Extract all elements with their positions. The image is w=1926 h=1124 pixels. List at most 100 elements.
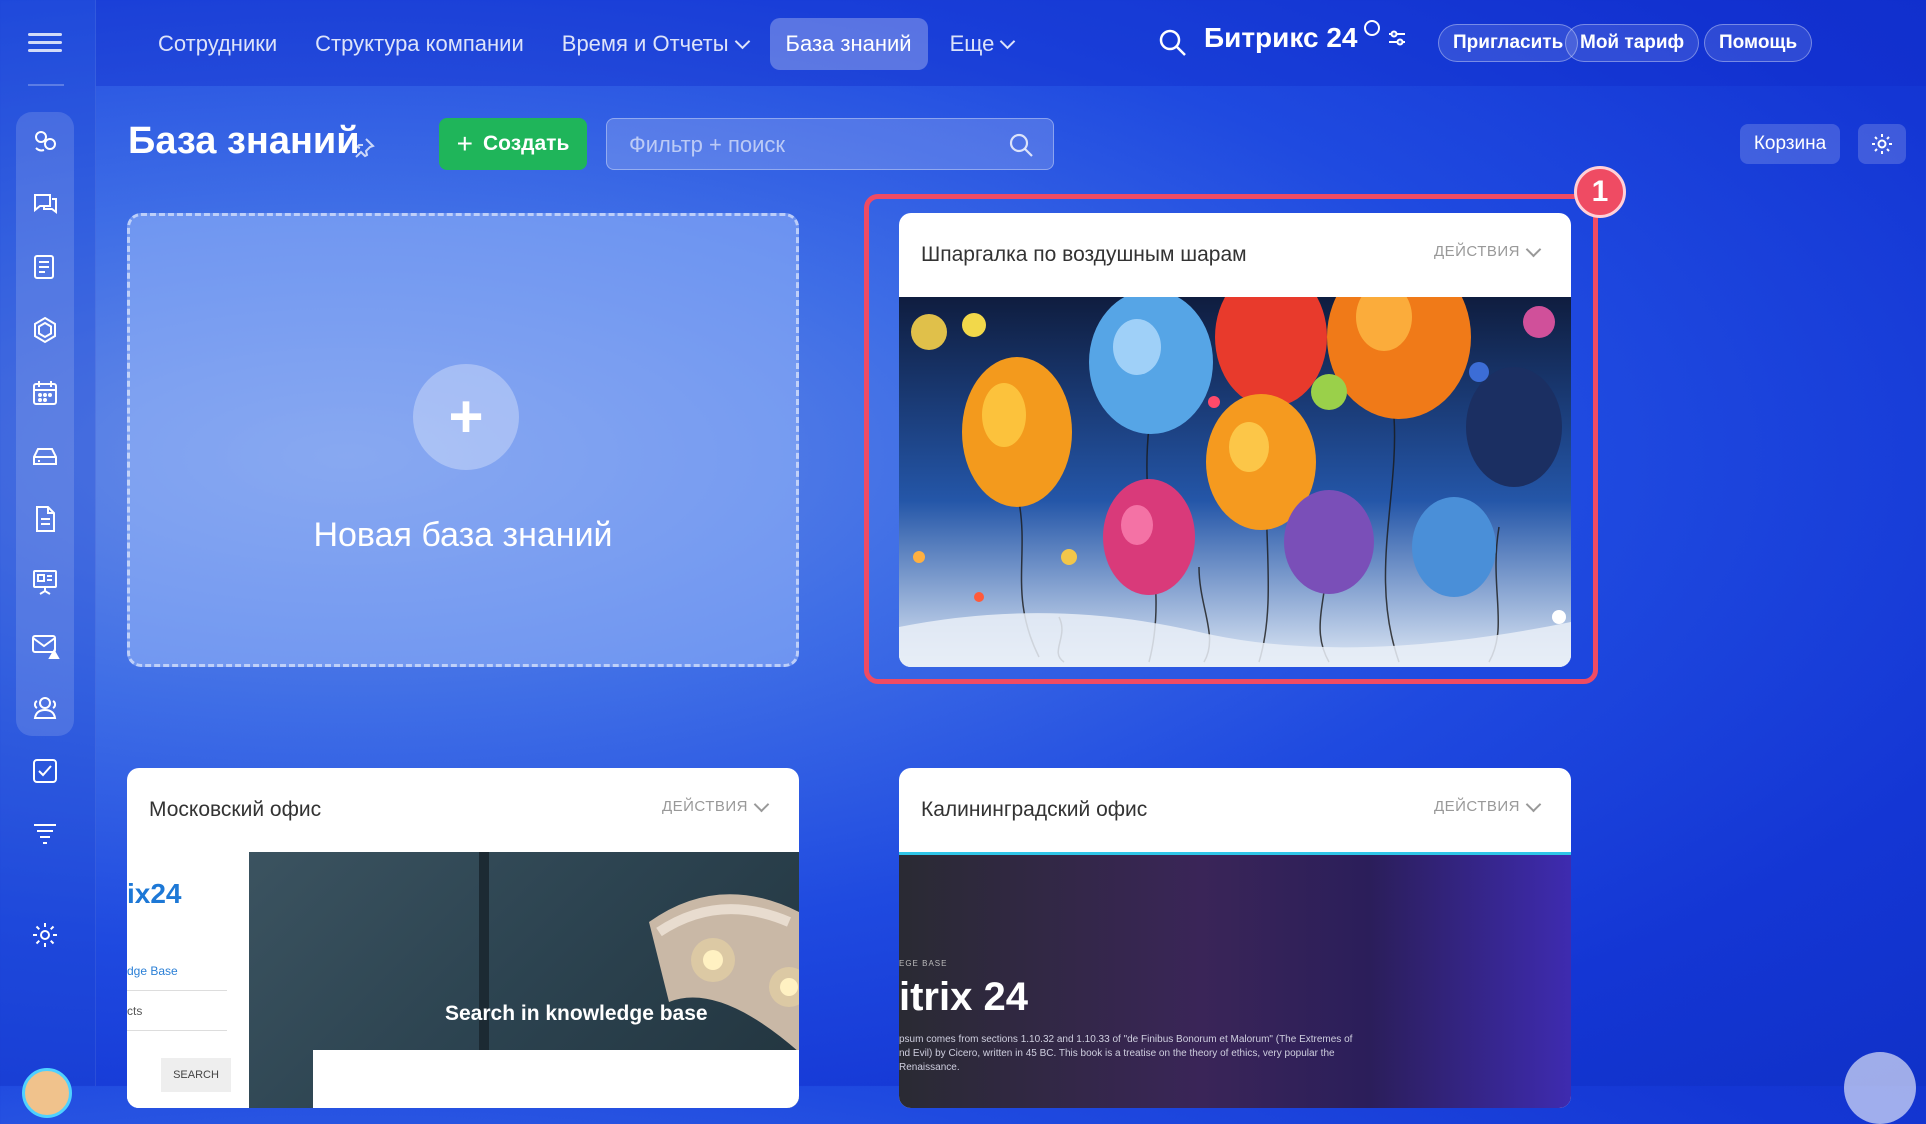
preview-eyebrow: EGE BASE bbox=[899, 959, 948, 968]
nav-item-label: База знаний bbox=[785, 31, 912, 56]
preview-logo: ix24 bbox=[127, 878, 182, 909]
card-actions-dropdown[interactable]: ДЕЙСТВИЯ bbox=[661, 796, 770, 815]
preview-hero-title: Search in knowledge base bbox=[445, 1002, 708, 1025]
chevron-down-icon bbox=[753, 796, 770, 812]
chevron-down-icon bbox=[734, 33, 750, 49]
invite-button[interactable]: Пригласить bbox=[1438, 24, 1579, 62]
preview-link: dge Base bbox=[127, 964, 178, 978]
chat-widget-button[interactable] bbox=[1844, 1052, 1916, 1124]
nav-item-employees[interactable]: Сотрудники bbox=[142, 18, 293, 70]
nav-item-more[interactable]: Еще bbox=[934, 18, 1030, 70]
nav-item-label: Еще bbox=[949, 31, 995, 56]
brand-logo[interactable]: Битрикс 24 bbox=[1204, 20, 1408, 54]
clock-icon bbox=[1363, 20, 1380, 36]
sidebar-item-team[interactable] bbox=[22, 685, 68, 731]
funnel-icon bbox=[34, 824, 56, 844]
sidebar-divider bbox=[28, 84, 64, 86]
nav-item-knowledge-base[interactable]: База знаний bbox=[769, 18, 928, 70]
sidebar-item-tasks[interactable] bbox=[22, 748, 68, 794]
drive-icon bbox=[33, 448, 57, 465]
hexagon-icon bbox=[34, 316, 56, 344]
new-knowledge-base-label: Новая база знаний bbox=[313, 516, 613, 554]
filter-search-input[interactable] bbox=[627, 119, 991, 171]
card-cover-image[interactable]: ix24 dge Base cts SEARCH Search in knowl… bbox=[127, 852, 799, 1108]
left-sidebar bbox=[0, 0, 96, 1118]
chevron-down-icon bbox=[1525, 796, 1542, 812]
sidebar-item-filter[interactable] bbox=[22, 811, 68, 857]
preview-sidebar: ix24 dge Base cts SEARCH bbox=[127, 852, 249, 1108]
create-button[interactable]: + Создать bbox=[439, 118, 587, 170]
actions-label: ДЕЙСТВИЯ bbox=[661, 798, 748, 815]
preview-text: cts bbox=[127, 1004, 143, 1018]
document-icon bbox=[36, 506, 55, 532]
pin-icon[interactable] bbox=[352, 136, 376, 160]
card-title[interactable]: Калининградский офис bbox=[921, 798, 1147, 822]
preview-search-bar bbox=[313, 1050, 799, 1108]
top-navigation: Сотрудники Структура компании Время и От… bbox=[142, 18, 1029, 70]
search-icon[interactable] bbox=[1156, 26, 1190, 60]
nav-item-company-structure[interactable]: Структура компании bbox=[299, 18, 540, 70]
button-label: Создать bbox=[483, 132, 570, 155]
presentation-icon bbox=[33, 570, 57, 595]
button-label: Помощь bbox=[1719, 32, 1798, 53]
knowledge-base-card-moscow[interactable]: Московский офис ДЕЙСТВИЯ ix24 dge Base c… bbox=[127, 768, 799, 1108]
trash-button[interactable]: Корзина bbox=[1740, 124, 1840, 164]
chat-icon bbox=[34, 194, 57, 214]
nav-item-time-reports[interactable]: Время и Отчеты bbox=[546, 18, 764, 70]
preview-search-button: SEARCH bbox=[161, 1058, 231, 1092]
button-label: Корзина bbox=[1753, 133, 1827, 154]
sidebar-item-chats[interactable] bbox=[22, 181, 68, 227]
card-actions-dropdown[interactable]: ДЕЙСТВИЯ bbox=[1433, 796, 1542, 815]
card-title[interactable]: Московский офис bbox=[149, 798, 321, 822]
plus-icon: + bbox=[448, 383, 484, 450]
tariff-button[interactable]: Мой тариф bbox=[1565, 24, 1700, 62]
button-label: Пригласить bbox=[1453, 32, 1564, 53]
brand-name: Битрикс 24 bbox=[1204, 22, 1358, 53]
sidebar-item-docs[interactable] bbox=[22, 496, 68, 542]
search-icon[interactable] bbox=[1007, 131, 1035, 159]
calendar-icon bbox=[33, 381, 57, 405]
card-header: Московский офис ДЕЙСТВИЯ bbox=[127, 768, 799, 852]
page-title: База знаний bbox=[128, 120, 360, 162]
add-circle: + bbox=[413, 364, 519, 470]
users-icon bbox=[33, 697, 57, 719]
actions-label: ДЕЙСТВИЯ bbox=[1433, 798, 1520, 815]
preview-hero-image: Search in knowledge base bbox=[249, 852, 799, 1108]
top-bar: Сотрудники Структура компании Время и От… bbox=[96, 0, 1926, 86]
mail-icon bbox=[32, 635, 60, 659]
nav-item-label: Структура компании bbox=[315, 31, 524, 56]
sidebar-item-hex[interactable] bbox=[22, 307, 68, 353]
nav-item-label: Сотрудники bbox=[158, 31, 278, 56]
highlight-frame bbox=[864, 194, 1598, 684]
button-label: Мой тариф bbox=[1580, 32, 1685, 53]
preview-title: itrix 24 bbox=[899, 975, 1028, 1019]
divider bbox=[127, 1030, 227, 1031]
chevron-down-icon bbox=[1000, 33, 1016, 49]
sidebar-item-calendar[interactable] bbox=[22, 370, 68, 416]
gear-icon bbox=[1872, 134, 1892, 154]
card-header: Калининградский офис ДЕЙСТВИЯ bbox=[899, 768, 1571, 852]
sidebar-item-mail[interactable] bbox=[22, 622, 68, 668]
sidebar-item-settings[interactable] bbox=[22, 912, 68, 958]
gear-icon bbox=[33, 923, 57, 947]
avatar[interactable] bbox=[22, 1068, 72, 1118]
nav-item-label: Время и Отчеты bbox=[561, 31, 729, 56]
help-button[interactable]: Помощь bbox=[1704, 24, 1813, 62]
new-knowledge-base-card[interactable]: + Новая база знаний bbox=[127, 213, 799, 667]
filter-search bbox=[606, 118, 1054, 171]
divider bbox=[127, 990, 227, 991]
menu-icon[interactable] bbox=[28, 28, 62, 56]
knowledge-base-card-kaliningrad[interactable]: Калининградский офис ДЕЙСТВИЯ EGE BASE i… bbox=[899, 768, 1571, 1108]
settings-button[interactable] bbox=[1858, 124, 1906, 164]
step-badge: 1 bbox=[1574, 166, 1626, 218]
checkbox-icon bbox=[33, 759, 57, 783]
sidebar-item-board[interactable] bbox=[22, 559, 68, 605]
card-cover-image[interactable]: EGE BASE itrix 24 psum comes from sectio… bbox=[899, 852, 1571, 1108]
sliders-icon[interactable] bbox=[1386, 27, 1408, 49]
sidebar-item-news[interactable] bbox=[22, 244, 68, 290]
preview-paragraph: psum comes from sections 1.10.32 and 1.1… bbox=[899, 1034, 1353, 1073]
sidebar-item-drive[interactable] bbox=[22, 433, 68, 479]
plus-icon: + bbox=[456, 128, 473, 159]
sidebar-item-feed[interactable] bbox=[22, 118, 68, 164]
feed-icon bbox=[35, 131, 56, 152]
